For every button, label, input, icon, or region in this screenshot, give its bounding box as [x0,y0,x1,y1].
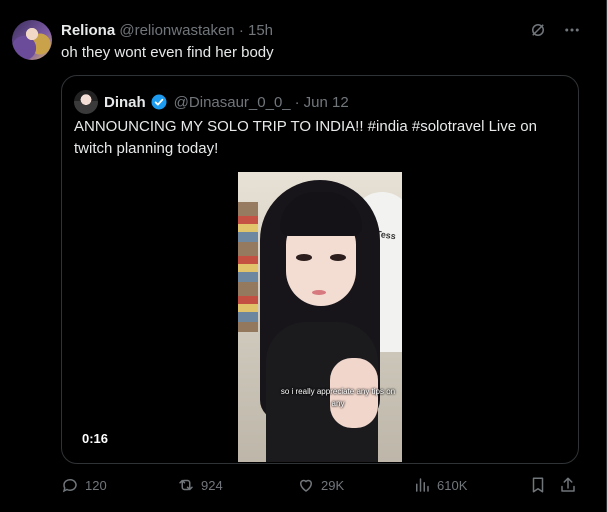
reply-count: 120 [85,477,107,493]
verified-badge-icon [151,94,167,110]
more-icon[interactable] [562,20,582,40]
video-caption: so i really appreciate any tips on any [280,387,396,408]
quoted-header: Dinah @Dinasaur_0_0_ · Jun 12 [74,90,349,114]
bookmark-icon [532,477,544,493]
tweet[interactable]: Reliona @relionwastaken · 15h oh they wo… [0,0,607,512]
views-button[interactable]: 610K [413,474,467,496]
quoted-handle: @Dinasaur_0_0_ [173,93,291,111]
author-handle[interactable]: @relionwastaken [119,22,234,39]
video-player[interactable]: Tess so i really appreciate any tips on … [238,172,402,462]
like-count: 29K [321,477,345,493]
reply-button[interactable]: 120 [61,474,107,496]
avatar[interactable] [12,20,52,60]
views-icon [416,478,429,492]
repost-count: 924 [201,477,223,493]
video-duration: 0:16 [82,431,109,446]
top-icons [528,20,582,40]
right-eye [330,254,346,261]
tweet-time[interactable]: 15h [248,22,273,39]
repost-icon [179,479,193,491]
reply-icon [62,478,77,493]
share-button[interactable] [559,474,577,496]
action-bar: 120 924 29K 610K [61,474,581,496]
like-button[interactable]: 29K [297,474,344,496]
quoted-tweet[interactable]: Dinah @Dinasaur_0_0_ · Jun 12 ANNOUNCING… [61,75,579,464]
quoted-date: Jun 12 [303,93,349,111]
repost-button[interactable]: 924 [177,474,223,496]
tweet-header: Reliona @relionwastaken · 15h [61,21,273,41]
share-icon [561,477,575,492]
heart-icon [299,479,313,492]
separator: · [294,93,300,111]
tweet-text: oh they wont even find her body [61,44,274,61]
view-count: 610K [437,477,468,493]
quoted-author-name: Dinah [104,93,146,111]
bookmark-button[interactable] [529,474,547,496]
author-name[interactable]: Reliona [61,22,115,39]
bookshelf [238,202,258,332]
quoted-avatar [74,90,98,114]
separator: · [238,22,244,39]
lips [312,290,326,295]
grok-icon[interactable] [528,20,548,40]
left-eye [296,254,312,261]
quoted-text: ANNOUNCING MY SOLO TRIP TO INDIA!! #indi… [74,118,537,157]
